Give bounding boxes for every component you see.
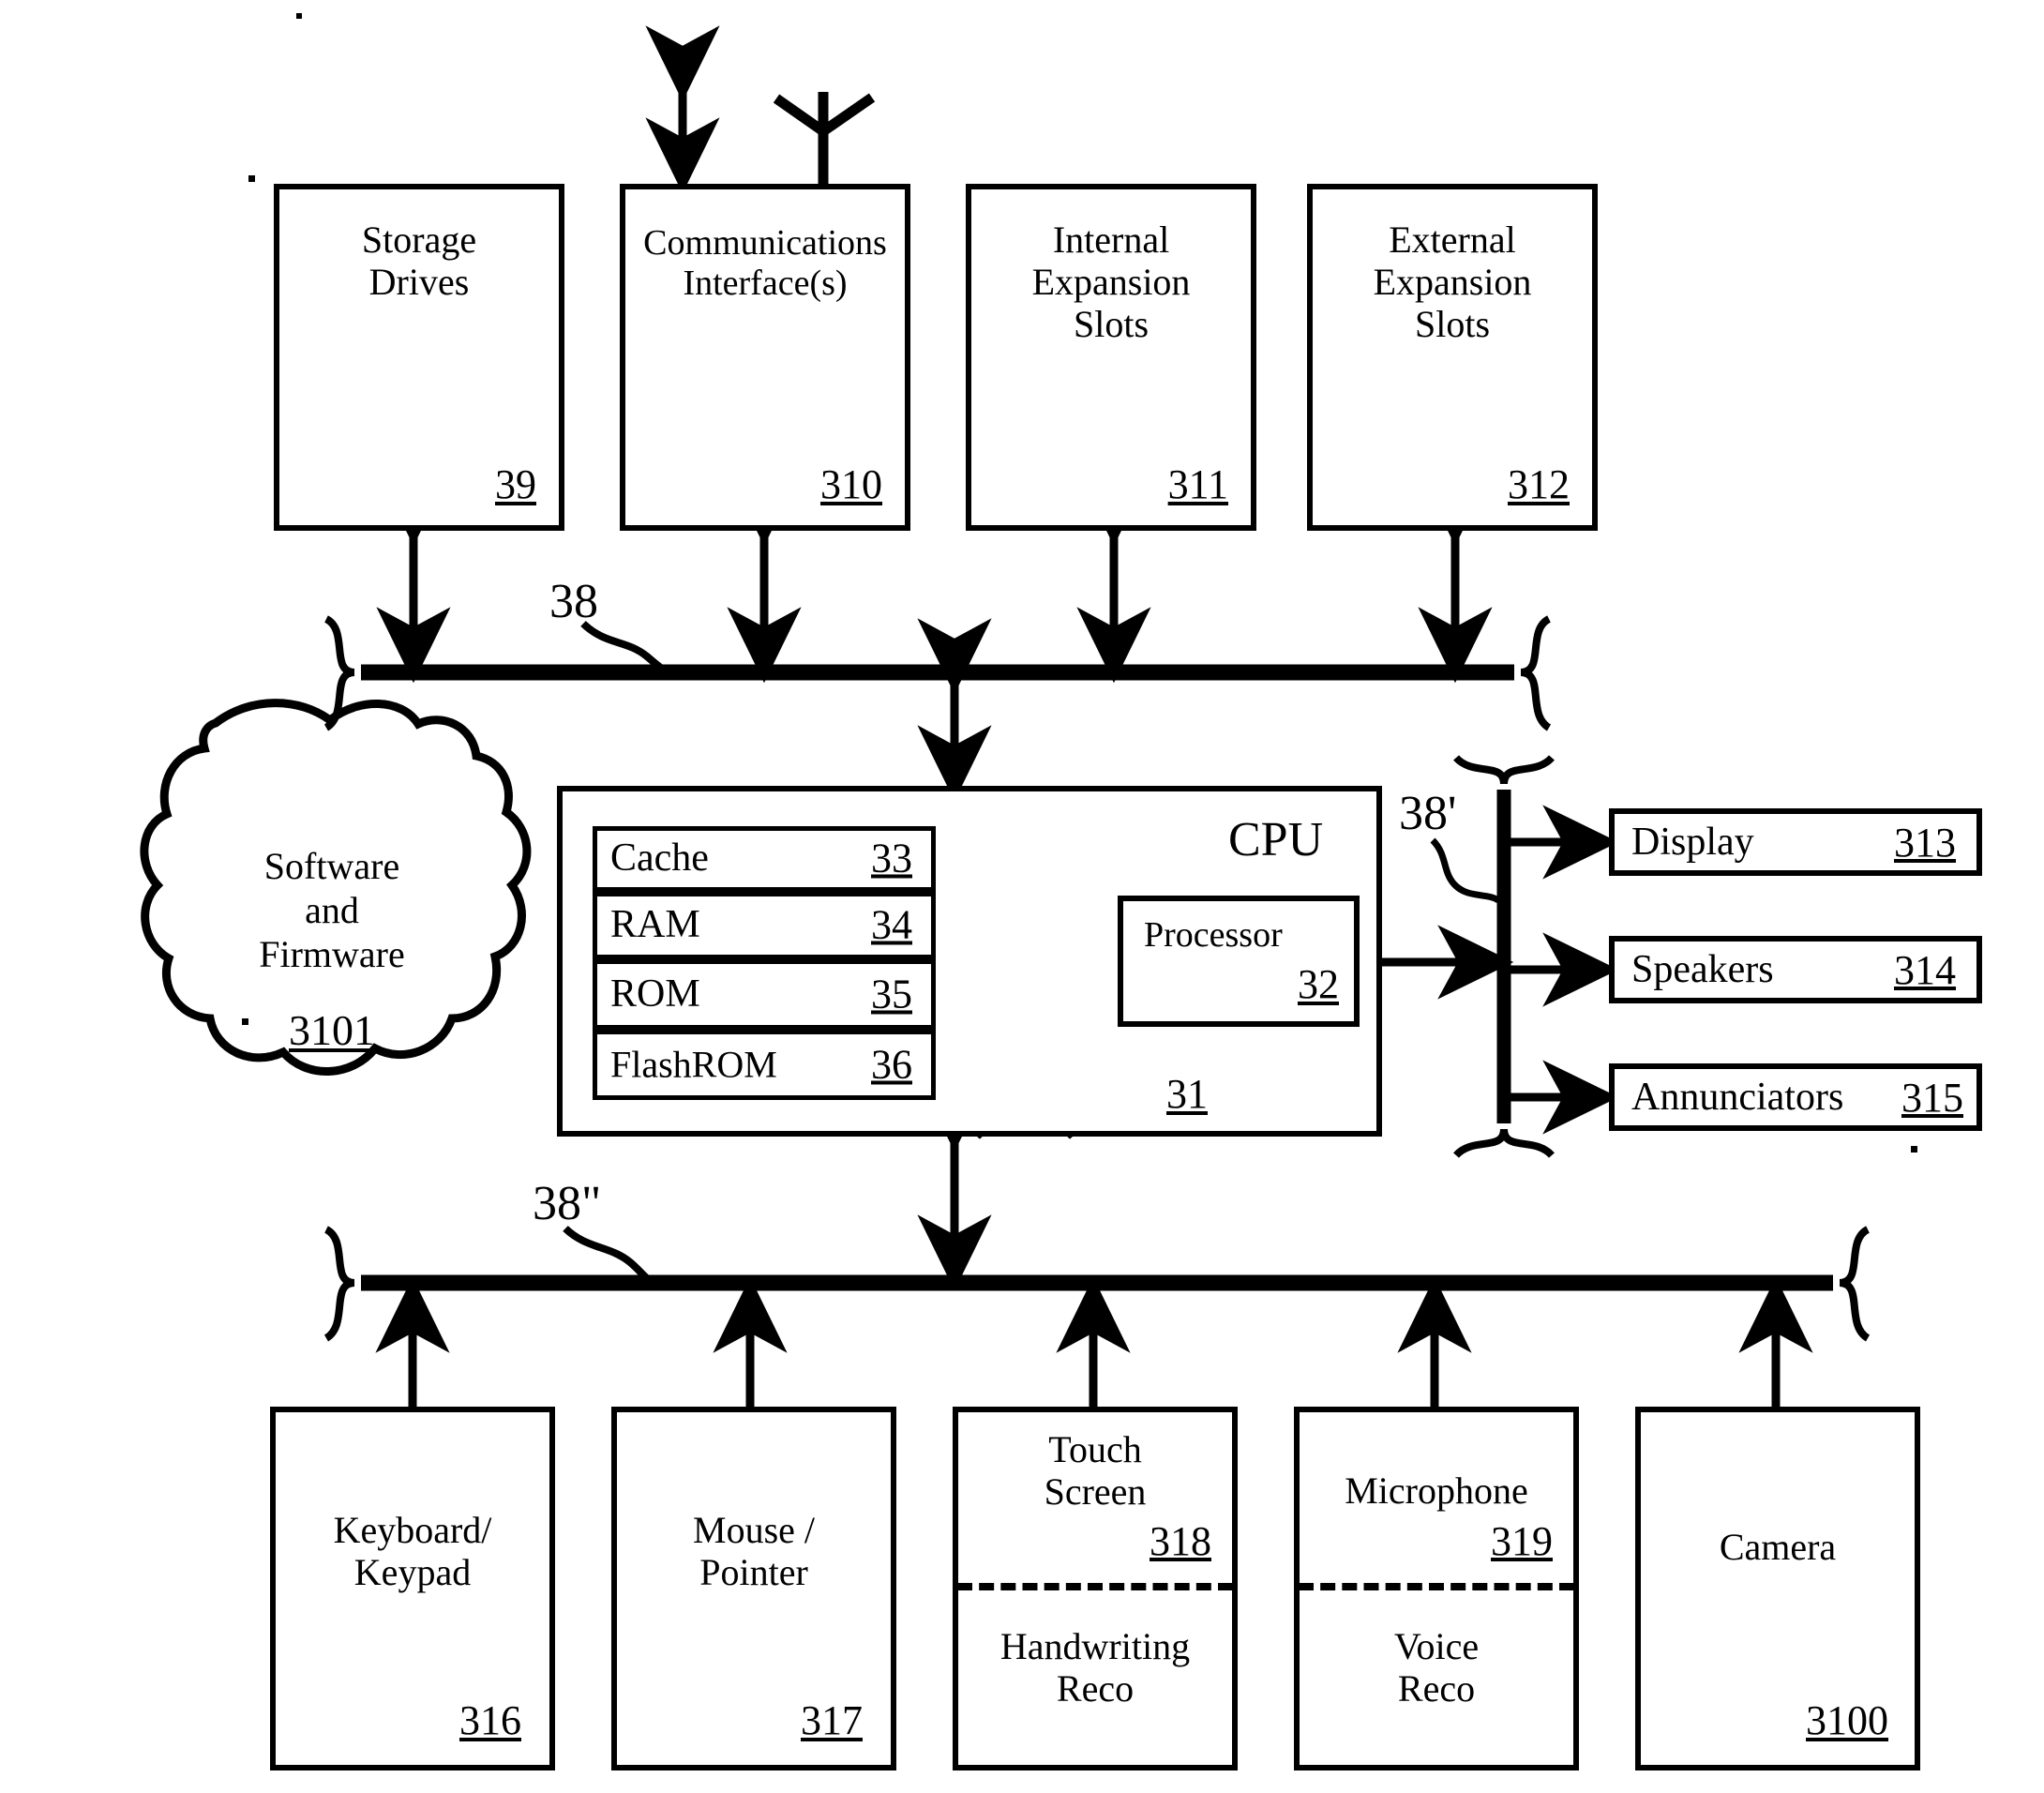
display-box[interactable]: Display 313: [1609, 808, 1982, 876]
external-expansion-slots-ref: 312: [1508, 461, 1570, 507]
input-bus-label: 38": [533, 1177, 602, 1230]
speakers-ref: 314: [1894, 946, 1956, 993]
camera-ref: 3100: [1806, 1697, 1888, 1743]
annunciators-label: Annunciators: [1631, 1076, 1844, 1119]
memory-row-rom[interactable]: ROM 35: [593, 959, 936, 1030]
handwriting-reco-label: Handwriting Reco: [999, 1625, 1191, 1710]
microphone-divider: [1299, 1583, 1574, 1590]
mouse-pointer-ref: 317: [801, 1697, 863, 1743]
cpu-title: CPU: [1228, 813, 1324, 866]
display-label: Display: [1631, 821, 1754, 864]
storage-drives-ref: 39: [495, 461, 536, 507]
cpu-ref: 31: [1166, 1071, 1208, 1117]
software-firmware-ref: 3101: [289, 1006, 375, 1054]
touch-screen-title: Touch Screen: [1044, 1428, 1147, 1513]
system-bus-label: 38: [549, 575, 598, 628]
communications-interface-ref: 310: [820, 461, 882, 507]
annunciators-ref: 315: [1901, 1074, 1963, 1121]
memory-row-rom-ref: 35: [871, 970, 912, 1017]
internal-expansion-slots-title: Internal Expansion Slots: [1031, 218, 1191, 345]
memory-row-ram[interactable]: RAM 34: [593, 892, 936, 959]
microphone-title: Microphone: [1345, 1469, 1528, 1512]
mouse-pointer-box[interactable]: Mouse / Pointer 317: [611, 1407, 896, 1770]
memory-row-cache[interactable]: Cache 33: [593, 826, 936, 892]
microphone-box[interactable]: Microphone 319 Voice Reco: [1294, 1407, 1579, 1770]
keyboard-keypad-ref: 316: [459, 1697, 521, 1743]
memory-row-flashrom-ref: 36: [871, 1040, 912, 1087]
touch-screen-ref: 318: [1150, 1518, 1211, 1564]
internal-expansion-slots-ref: 311: [1167, 461, 1228, 507]
input-device-arrows: [375, 1276, 1813, 1407]
input-bus-38dprime: [323, 1226, 1871, 1342]
system-bus-38: [323, 615, 1552, 731]
processor-ref: 32: [1298, 961, 1339, 1007]
memory-row-cache-label: Cache: [610, 836, 709, 881]
memory-row-flashrom[interactable]: FlashROM 36: [593, 1030, 936, 1100]
camera-box[interactable]: Camera 3100: [1635, 1407, 1920, 1770]
figure-canvas: Storage Drives 39 Communications Interfa…: [0, 0, 2044, 1793]
speakers-label: Speakers: [1631, 948, 1774, 991]
keyboard-keypad-title: Keyboard/ Keypad: [333, 1509, 492, 1593]
output-bus-label: 38': [1399, 787, 1457, 840]
touch-screen-box[interactable]: Touch Screen 318 Handwriting Reco: [953, 1407, 1238, 1770]
processor-label: Processor: [1144, 915, 1283, 955]
speakers-box[interactable]: Speakers 314: [1609, 936, 1982, 1003]
memory-row-ram-ref: 34: [871, 901, 912, 948]
antenna-icon: [773, 92, 876, 186]
external-expansion-slots-title: External Expansion Slots: [1373, 218, 1532, 345]
voice-reco-label: Voice Reco: [1393, 1625, 1480, 1710]
communications-interface-title: Communications Interface(s): [643, 223, 887, 303]
display-ref: 313: [1894, 819, 1956, 866]
memory-row-flashrom-label: FlashROM: [610, 1043, 777, 1086]
external-expansion-slots-box[interactable]: External Expansion Slots 312: [1307, 184, 1598, 531]
microphone-ref: 319: [1491, 1518, 1553, 1564]
memory-row-ram-label: RAM: [610, 903, 700, 947]
storage-drives-title: Storage Drives: [361, 218, 477, 303]
camera-title: Camera: [1719, 1526, 1837, 1568]
memory-row-cache-ref: 33: [871, 835, 912, 881]
keyboard-keypad-box[interactable]: Keyboard/ Keypad 316: [270, 1407, 555, 1770]
internal-expansion-slots-box[interactable]: Internal Expansion Slots 311: [966, 184, 1256, 531]
storage-drives-box[interactable]: Storage Drives 39: [274, 184, 564, 531]
output-branch-arrows: [1510, 805, 1619, 1135]
communications-interface-box[interactable]: Communications Interface(s) 310: [620, 184, 910, 531]
touch-screen-divider: [957, 1583, 1233, 1590]
memory-row-rom-label: ROM: [610, 972, 700, 1016]
processor-box[interactable]: Processor 32: [1118, 896, 1360, 1027]
annunciators-box[interactable]: Annunciators 315: [1609, 1063, 1982, 1131]
software-firmware-label: Software and Firmware: [259, 845, 405, 976]
mouse-pointer-title: Mouse / Pointer: [693, 1509, 815, 1593]
